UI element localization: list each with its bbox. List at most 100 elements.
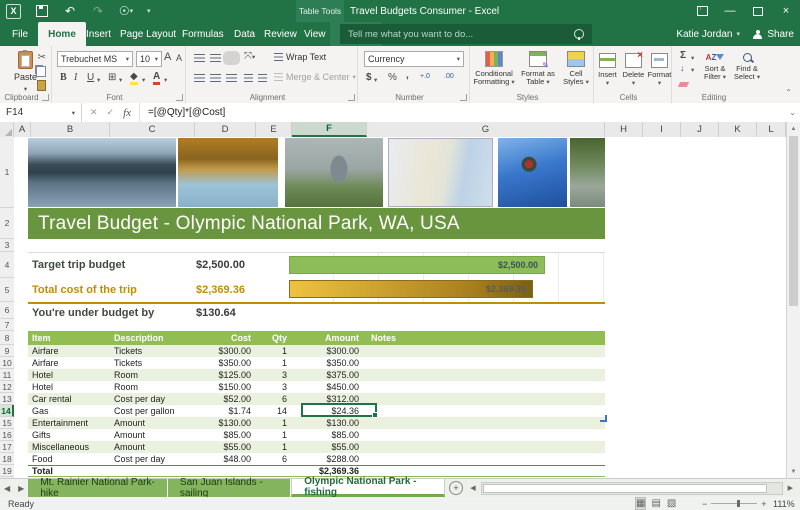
table-row[interactable]: MiscellaneousAmount$55.001$55.00 (28, 441, 605, 453)
align-left-icon[interactable] (194, 74, 205, 82)
font-color-dropdown-icon[interactable]: ▾ (164, 76, 167, 84)
font-name-select[interactable]: Trebuchet MS▾ (57, 51, 133, 67)
row-header-17[interactable]: 17 (0, 441, 14, 453)
selected-cell-f14[interactable] (301, 403, 377, 417)
fill-icon[interactable]: ↓ (680, 63, 685, 73)
align-bottom-icon[interactable] (226, 54, 237, 62)
font-size-select[interactable]: 10▾ (136, 51, 162, 67)
share-button[interactable]: Share (753, 22, 794, 46)
column-header-b[interactable]: B (31, 122, 110, 137)
photo-mountain-lake[interactable] (28, 138, 176, 207)
column-header-a[interactable]: A (14, 122, 31, 137)
column-header-g[interactable]: G (367, 122, 605, 137)
accounting-format-icon[interactable]: $ (366, 72, 372, 83)
font-color-icon[interactable]: A (153, 71, 160, 85)
table-row[interactable]: HotelRoom$150.003$450.00 (28, 381, 605, 393)
scroll-down-icon[interactable]: ▼ (787, 465, 800, 478)
column-header-k[interactable]: K (719, 122, 757, 137)
zoom-level[interactable]: 111% (773, 499, 795, 509)
zoom-in-icon[interactable]: + (761, 499, 766, 509)
percent-style-icon[interactable]: % (388, 72, 397, 83)
photo-map[interactable] (388, 138, 493, 207)
column-header-h[interactable]: H (605, 122, 643, 137)
fill-color-dropdown-icon[interactable]: ▾ (142, 76, 145, 84)
horizontal-scroll-thumb[interactable] (483, 484, 767, 493)
photo-autumn-fishing[interactable] (178, 138, 278, 207)
number-dialog-launcher-icon[interactable] (460, 94, 467, 101)
scroll-left-icon[interactable]: ◀ (467, 484, 478, 492)
format-painter-icon[interactable] (37, 80, 46, 91)
align-center-icon[interactable] (210, 74, 221, 82)
tab-file[interactable]: File (6, 22, 34, 46)
table-row[interactable]: AirfareTickets$300.001$300.00 (28, 345, 605, 357)
copy-icon[interactable] (36, 66, 46, 77)
sort-filter-button[interactable]: AZ Sort &Filter ▾ (700, 48, 730, 82)
row-header-11[interactable]: 11 (0, 369, 14, 381)
close-icon[interactable]: × (776, 3, 796, 19)
fill-color-icon[interactable]: ◆ (130, 71, 138, 85)
row-header-5[interactable]: 5 (0, 278, 14, 302)
conditional-formatting-button[interactable]: ConditionalFormatting ▾ (472, 46, 516, 87)
row-header-13[interactable]: 13 (0, 393, 14, 405)
account-menu[interactable]: Katie Jordan ▾ (676, 22, 740, 46)
photo-forest-stream[interactable] (570, 138, 605, 207)
align-middle-icon[interactable] (210, 54, 221, 62)
increase-decimal-icon[interactable]: +.0 (420, 73, 430, 80)
font-dialog-launcher-icon[interactable] (176, 94, 183, 101)
paste-dropdown-icon[interactable]: ▾ (24, 85, 27, 93)
align-right-icon[interactable] (226, 74, 237, 82)
increase-font-icon[interactable]: A (164, 51, 171, 63)
format-cells-button[interactable]: Format▾ (647, 48, 672, 88)
row-header-15[interactable]: 15 (0, 417, 14, 429)
increase-indent-icon[interactable] (258, 74, 267, 82)
table-row[interactable]: EntertainmentAmount$130.001$130.00 (28, 417, 605, 429)
underline-dropdown-icon[interactable]: ▾ (97, 76, 100, 84)
row-header-3[interactable]: 3 (0, 239, 14, 252)
select-all-corner[interactable] (0, 122, 14, 137)
minimize-icon[interactable]: — (720, 3, 740, 19)
delete-cells-button[interactable]: Delete▾ (621, 48, 646, 88)
column-header-e[interactable]: E (256, 122, 292, 137)
insert-cells-button[interactable]: Insert▾ (595, 48, 620, 88)
formula-input[interactable]: =[@Qty]*[@Cost] (140, 107, 225, 118)
horizontal-scroll-track[interactable] (481, 482, 783, 495)
comma-style-icon[interactable]: , (406, 70, 409, 81)
accounting-dropdown-icon[interactable]: ▾ (374, 76, 377, 84)
number-format-select[interactable]: Currency▾ (364, 51, 464, 67)
sheet-nav-right-icon[interactable]: ▶ (18, 484, 24, 493)
budget-bar-chart[interactable]: $2,500.00 $2,369.36 (289, 253, 605, 302)
table-row[interactable]: FoodCost per day$48.006$288.00 (28, 453, 605, 465)
zoom-slider-thumb[interactable] (737, 500, 740, 507)
column-header-i[interactable]: I (643, 122, 681, 137)
cancel-icon[interactable]: ✕ (90, 107, 98, 118)
vertical-scroll-thumb[interactable] (789, 136, 798, 306)
row-header-7[interactable]: 7 (0, 319, 14, 331)
sheet-tab-san-juan[interactable]: San Juan Islands - sailing (168, 479, 291, 497)
paste-button[interactable]: Paste (14, 72, 37, 82)
worksheet[interactable]: Travel Budget - Olympic National Park, W… (14, 137, 786, 478)
table-row[interactable]: HotelRoom$125.003$375.00 (28, 369, 605, 381)
clipboard-dialog-launcher-icon[interactable] (42, 94, 49, 101)
alignment-dialog-launcher-icon[interactable] (348, 94, 355, 101)
zoom-out-icon[interactable]: − (702, 499, 707, 509)
row-header-14[interactable]: 14 (0, 405, 14, 417)
find-select-button[interactable]: Find &Select ▾ (732, 48, 762, 82)
row-header-1[interactable]: 1 (0, 137, 14, 208)
table-row[interactable]: AirfareTickets$350.001$350.00 (28, 357, 605, 369)
row-header-8[interactable]: 8 (0, 331, 14, 345)
borders-icon[interactable]: ⊞ (108, 72, 116, 83)
name-box[interactable]: F14▾ (0, 103, 82, 122)
row-header-18[interactable]: 18 (0, 453, 14, 465)
tab-insert[interactable]: Insert (80, 22, 117, 46)
photo-heron[interactable] (285, 138, 383, 207)
collapse-ribbon-icon[interactable]: ⌃ (785, 88, 792, 97)
bold-button[interactable]: B (60, 72, 67, 83)
autosum-dropdown-icon[interactable]: ▾ (691, 54, 694, 62)
excel-app-icon[interactable]: X (6, 4, 21, 19)
row-header-9[interactable]: 9 (0, 345, 14, 357)
zoom-slider[interactable] (711, 503, 757, 504)
scroll-right-icon[interactable]: ▶ (785, 484, 796, 492)
column-header-f[interactable]: F (292, 122, 367, 137)
touch-mode-icon[interactable]: ☉▾ (119, 4, 133, 18)
photo-river-fishing[interactable] (498, 138, 567, 207)
